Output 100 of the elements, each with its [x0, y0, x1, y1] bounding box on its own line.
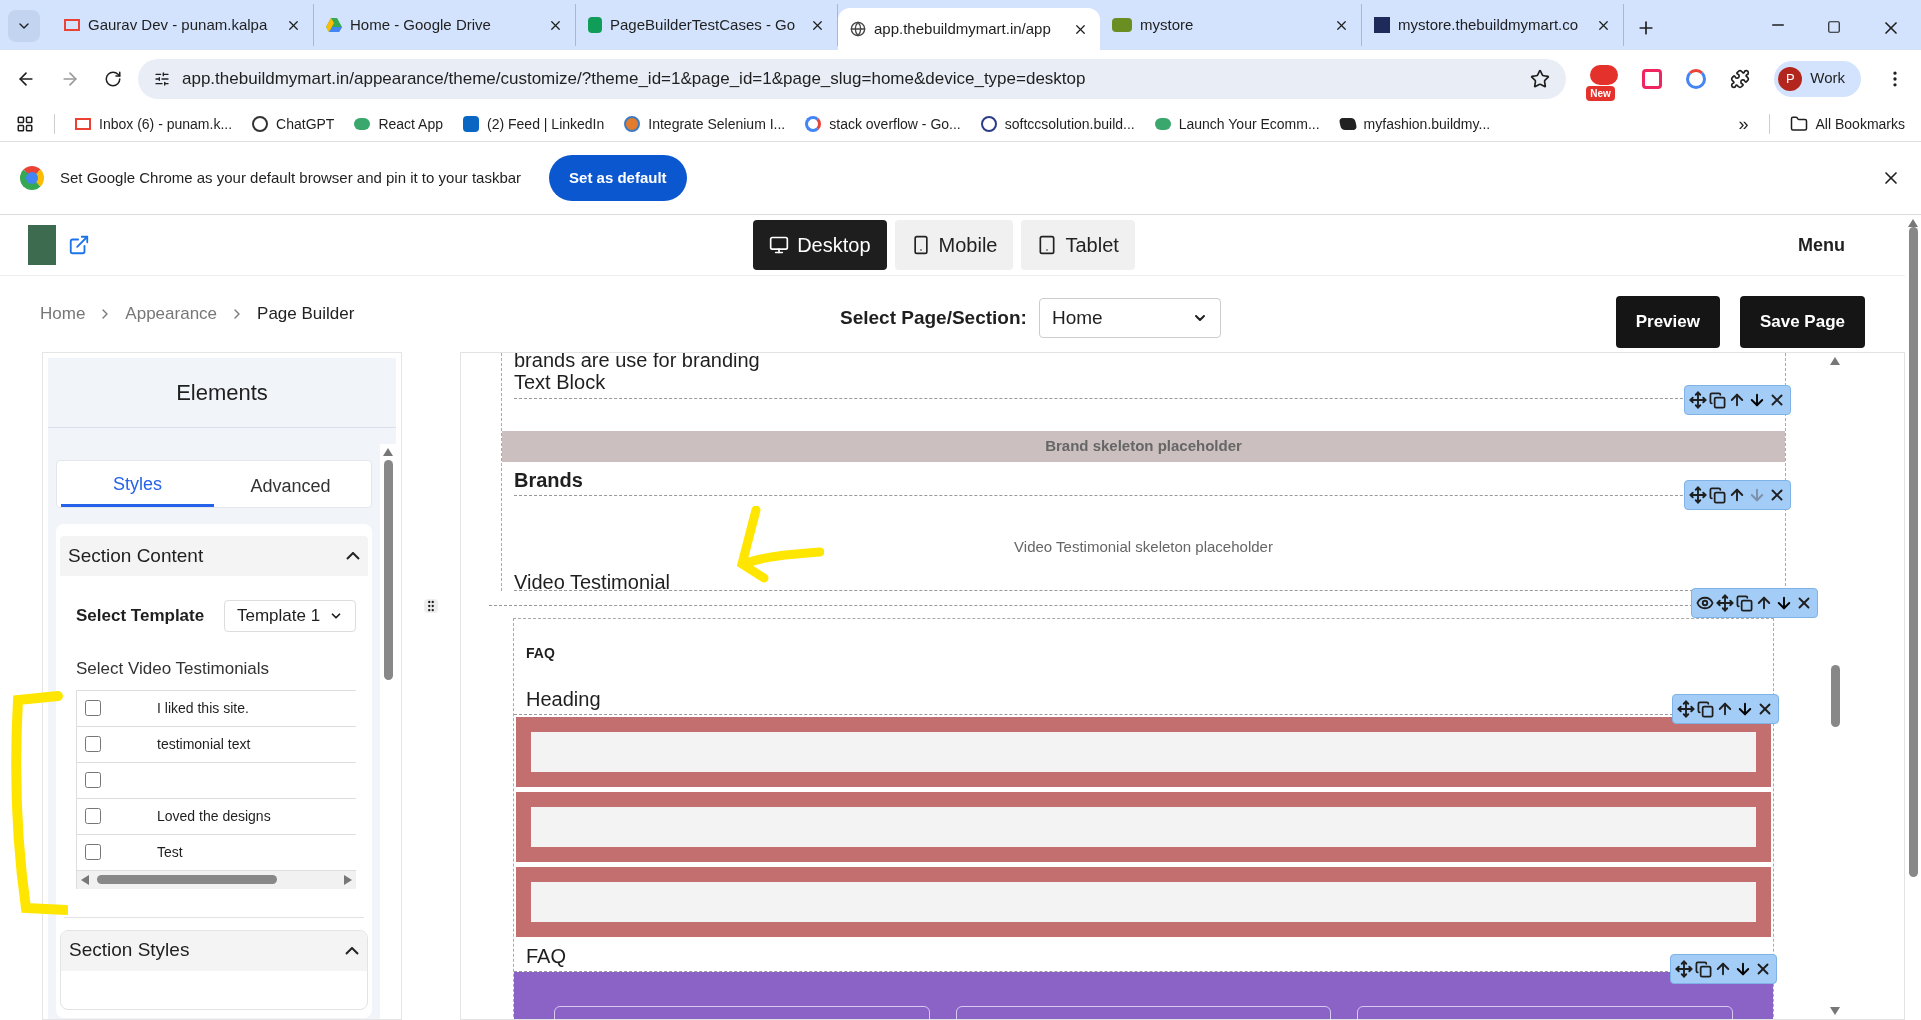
all-bookmarks-button[interactable]: All Bookmarks [1789, 113, 1905, 135]
scrollbar-thumb[interactable] [1830, 665, 1840, 727]
tab-search-button[interactable] [8, 10, 40, 42]
breadcrumb-link[interactable]: Page Builder [257, 301, 355, 327]
tab-title: mystore.thebuildmymart.co [1398, 14, 1580, 35]
arrow-down-icon[interactable] [1736, 700, 1754, 718]
bookmark[interactable]: softccsolution.build... [980, 113, 1135, 135]
accordion-header[interactable]: Section Content [60, 536, 368, 576]
arrow-down-icon[interactable] [1775, 594, 1793, 612]
bookmark[interactable]: Inbox (6) - punam.k... [75, 113, 233, 135]
browser-tab[interactable]: app.thebuildmymart.in/app [838, 8, 1100, 50]
scroll-up-icon[interactable] [383, 448, 393, 456]
menu-link[interactable]: Menu [1798, 231, 1845, 259]
duplicate-icon[interactable] [1695, 960, 1712, 978]
external-link-icon[interactable] [68, 234, 90, 256]
bookmark[interactable]: React App [354, 113, 444, 135]
bookmark[interactable]: (2) Feed | LinkedIn [463, 113, 605, 135]
bookmark[interactable]: Integrate Selenium I... [624, 113, 786, 135]
testimonial-text: I liked this site. [157, 698, 249, 718]
scrollbar-thumb[interactable] [383, 460, 393, 680]
page-select[interactable]: Home [1038, 298, 1221, 338]
tab-title: app.thebuildmymart.in/app [874, 18, 1052, 39]
scrollbar-thumb[interactable] [97, 875, 277, 884]
accordion-header[interactable]: Section Styles [61, 930, 367, 971]
duplicate-icon[interactable] [1709, 391, 1726, 409]
row-checkbox[interactable] [85, 700, 101, 716]
row-checkbox[interactable] [85, 736, 101, 752]
view-tab[interactable]: Tablet [1021, 220, 1135, 270]
block-label: FAQ [526, 944, 566, 969]
browser-tab[interactable]: Home - Google Drive [314, 4, 576, 46]
move-icon[interactable] [1677, 700, 1695, 718]
browser-tab[interactable]: mystore.thebuildmymart.co [1362, 4, 1624, 46]
mail-icon [64, 19, 80, 31]
move-icon[interactable] [1675, 960, 1693, 978]
testimonial-text: Test [157, 842, 183, 862]
vertical-scrollbar[interactable] [380, 444, 396, 1019]
brand-skeleton-banner: Brand skeleton placeholder [502, 431, 1785, 462]
extension-icon[interactable] [1590, 64, 1619, 85]
arrow-down-icon[interactable] [1734, 960, 1752, 978]
arrow-down-icon[interactable] [1748, 391, 1766, 409]
testimonial-text: testimonial text [157, 734, 251, 754]
row-checkbox[interactable] [85, 844, 101, 860]
view-tab[interactable]: Desktop [753, 220, 887, 270]
extension-icon[interactable] [1642, 68, 1663, 89]
skeleton-caption: Video Testimonial skeleton placeholder [1014, 537, 1273, 557]
linkedin-icon [463, 116, 480, 132]
spreadsheet-icon [588, 17, 602, 33]
eye-icon[interactable] [1696, 594, 1714, 612]
view-tab[interactable]: Mobile [894, 220, 1014, 270]
google-icon [805, 116, 822, 132]
bookmark[interactable]: Launch Your Ecomm... [1154, 113, 1320, 135]
reload-icon[interactable] [104, 69, 122, 88]
duplicate-icon[interactable] [1736, 594, 1753, 612]
extension-icon[interactable] [1686, 68, 1707, 89]
breadcrumb-link[interactable]: Appearance [125, 301, 218, 327]
row-checkbox[interactable] [85, 808, 101, 824]
duplicate-icon[interactable] [1697, 700, 1714, 718]
scroll-left-icon[interactable] [81, 874, 89, 885]
set-default-button[interactable]: Set as default [549, 155, 687, 201]
scroll-up-icon[interactable] [1830, 357, 1840, 365]
triangle-icon [326, 18, 342, 32]
bookmark[interactable]: myfashion.buildmy... [1339, 113, 1491, 135]
move-icon[interactable] [1689, 391, 1707, 409]
bookmark-star-icon[interactable] [1530, 68, 1551, 89]
site-icon [1374, 17, 1390, 33]
select-label: Select Page/Section: [840, 305, 1027, 330]
row-checkbox[interactable] [85, 772, 101, 788]
logo-photo-placeholder [28, 225, 56, 265]
move-icon[interactable] [1689, 486, 1707, 504]
browser-tab[interactable]: Gaurav Dev - punam.kalpa [52, 4, 314, 46]
profile-button[interactable]: P Work [1774, 60, 1861, 97]
testimonial-text: Loved the designs [157, 806, 271, 826]
action-button[interactable]: Save Page [1739, 296, 1865, 348]
site-info-icon[interactable] [154, 70, 170, 87]
action-button[interactable]: Preview [1615, 296, 1720, 348]
panel-tab[interactable]: Styles [61, 465, 214, 507]
more-bookmarks-button[interactable]: » [1738, 110, 1749, 138]
bookmark[interactable]: stack overflow - Go... [805, 113, 961, 135]
scrollbar-thumb[interactable] [1908, 227, 1918, 877]
panel-tab[interactable]: Advanced [214, 465, 367, 507]
extensions-icon[interactable] [1730, 68, 1751, 89]
field-label: Select Template [75, 605, 205, 628]
scroll-down-icon[interactable] [1830, 1007, 1840, 1015]
restore-icon[interactable] [1827, 20, 1841, 34]
template-select[interactable]: Template 1 [224, 600, 356, 632]
breadcrumb-link[interactable]: Home [40, 301, 86, 327]
bookmark[interactable]: ChatGPT [252, 113, 335, 135]
faq-title: FAQ [526, 644, 556, 663]
scroll-right-icon[interactable] [344, 874, 352, 885]
browser-tab[interactable]: mystore [1100, 4, 1362, 46]
move-icon[interactable] [1716, 594, 1734, 612]
block-label: Brands [514, 468, 584, 493]
duplicate-icon[interactable] [1709, 486, 1726, 504]
avatar-icon: P [1778, 66, 1803, 91]
apps-icon[interactable] [16, 115, 34, 133]
browser-tab[interactable]: PageBuilderTestCases - Go [576, 4, 838, 46]
resize-handle-icon[interactable] [424, 599, 438, 613]
profile-name: Work [1810, 68, 1845, 89]
new-badge: New [1586, 85, 1615, 101]
address-bar[interactable]: app.thebuildmymart.in/appearance/theme/customize/?theme_id=1&page_id=1&page_slug=home&device_type=desktop [138, 58, 1567, 99]
